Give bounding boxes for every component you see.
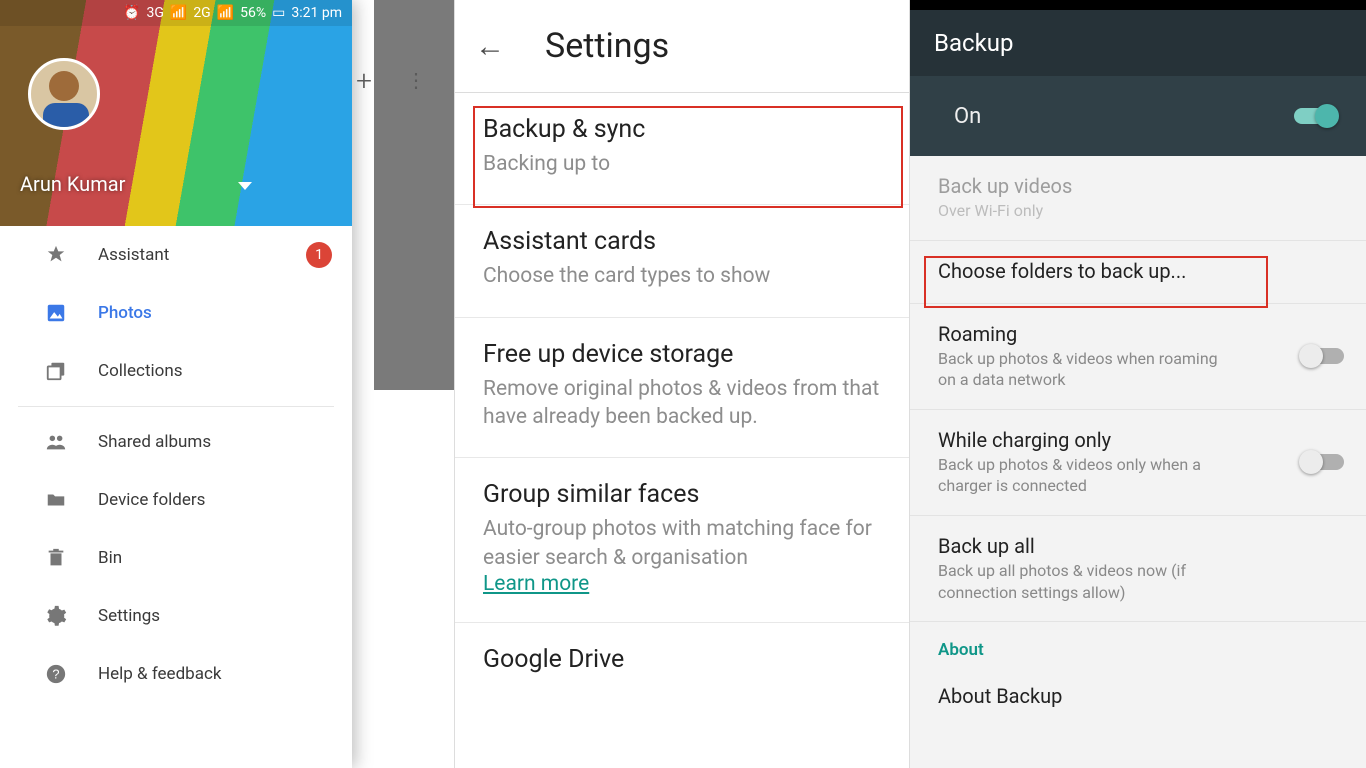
backup-toggle[interactable] [1294, 108, 1336, 124]
nav-label: Collections [98, 361, 183, 381]
setting-back-up-videos[interactable]: Back up videos Over Wi-Fi only [910, 156, 1366, 241]
item-title: Assistant cards [483, 227, 881, 256]
nav-settings[interactable]: Settings [0, 587, 352, 645]
photos-icon [34, 302, 78, 324]
drawer-header: Arun Kumar [0, 0, 352, 226]
nav-drawer: ⏰ 3G 📶 2G 📶 56% ▭ 3:21 pm Arun Kumar [0, 0, 352, 768]
settings-title: Settings [545, 26, 669, 66]
backup-master-toggle-row[interactable]: On [910, 76, 1366, 156]
svg-text:?: ? [52, 667, 59, 682]
battery-icon: ▭ [272, 5, 285, 21]
trash-icon [34, 547, 78, 569]
folder-icon [34, 489, 78, 511]
setting-about-backup[interactable]: About Backup [910, 666, 1366, 728]
settings-appbar: ← Settings [455, 0, 909, 92]
nav-collections[interactable]: Collections [0, 342, 352, 400]
charging-toggle[interactable] [1302, 454, 1344, 470]
nav-label: Device folders [98, 490, 205, 510]
alarm-icon: ⏰ [123, 5, 140, 21]
gear-icon [34, 605, 78, 627]
nav-assistant[interactable]: Assistant 1 [0, 226, 352, 284]
back-arrow-icon[interactable]: ← [475, 29, 505, 64]
nav-label: Photos [98, 303, 152, 323]
nav-label: Assistant [98, 245, 169, 265]
nav-device-folders[interactable]: Device folders [0, 471, 352, 529]
item-title: Back up videos [938, 174, 1338, 198]
network-2g-label: 2G [193, 5, 210, 21]
item-subtitle: Back up photos & videos when roaming on … [938, 348, 1238, 391]
item-subtitle: Back up all photos & videos now (if conn… [938, 560, 1238, 603]
nav-bin[interactable]: Bin [0, 529, 352, 587]
signal-icon: 📶 [170, 5, 187, 21]
item-subtitle: Choose the card types to show [483, 262, 881, 290]
overflow-menu-icon[interactable]: ⋮ [406, 68, 426, 92]
setting-assistant-cards[interactable]: Assistant cards Choose the card types to… [455, 205, 909, 317]
roaming-toggle[interactable] [1302, 348, 1344, 364]
nav-photos[interactable]: Photos [0, 284, 352, 342]
item-subtitle: Back up photos & videos only when a char… [938, 454, 1238, 497]
item-title: About Backup [938, 684, 1338, 708]
nav-label: Help & feedback [98, 664, 221, 684]
learn-more-link[interactable]: Learn more [483, 572, 589, 596]
user-name: Arun Kumar [20, 172, 125, 196]
setting-back-up-all[interactable]: Back up all Back up all photos & videos … [910, 516, 1366, 622]
item-subtitle: Remove original photos & videos from tha… [483, 375, 881, 432]
assistant-badge: 1 [306, 242, 332, 268]
help-icon: ? [34, 663, 78, 685]
user-avatar[interactable] [28, 58, 100, 130]
assistant-icon [34, 244, 78, 266]
item-subtitle: Over Wi-Fi only [938, 200, 1238, 222]
background-shade [374, 0, 454, 390]
nav-shared-albums[interactable]: Shared albums [0, 413, 352, 471]
setting-choose-folders[interactable]: Choose folders to back up... [910, 241, 1366, 304]
nav-label: Bin [98, 548, 122, 568]
item-title: Google Drive [483, 645, 881, 674]
item-title: Back up all [938, 534, 1338, 558]
signal-icon: 📶 [217, 5, 234, 21]
status-bar-dark [910, 0, 1366, 10]
item-title: Group similar faces [483, 480, 881, 509]
item-subtitle: Auto-group photos with matching face for… [483, 515, 881, 572]
item-title: While charging only [938, 428, 1338, 452]
item-title: Free up device storage [483, 340, 881, 369]
about-section-header: About [910, 622, 1366, 666]
nav-label: Shared albums [98, 432, 211, 452]
setting-free-up-storage[interactable]: Free up device storage Remove original p… [455, 318, 909, 459]
clock-time: 3:21 pm [291, 5, 342, 21]
setting-google-drive[interactable]: Google Drive [455, 623, 909, 706]
backup-settings-screenshot: Backup On Back up videos Over Wi-Fi only… [910, 0, 1366, 768]
nav-divider [18, 406, 334, 407]
item-title: Choose folders to back up... [938, 259, 1338, 283]
new-icon[interactable]: + [356, 64, 372, 97]
backup-title: Backup [934, 29, 1013, 57]
battery-percent: 56% [240, 5, 266, 21]
collections-icon [34, 360, 78, 382]
item-subtitle: Backing up to [483, 150, 881, 178]
nav-help[interactable]: ? Help & feedback [0, 645, 352, 703]
setting-backup-sync[interactable]: Backup & sync Backing up to [455, 93, 909, 205]
setting-while-charging[interactable]: While charging only Back up photos & vid… [910, 410, 1366, 516]
status-bar: ⏰ 3G 📶 2G 📶 56% ▭ 3:21 pm [0, 0, 352, 26]
account-dropdown-icon[interactable] [238, 182, 252, 190]
item-title: Roaming [938, 322, 1338, 346]
setting-roaming[interactable]: Roaming Back up photos & videos when roa… [910, 304, 1366, 410]
backup-appbar: Backup [910, 10, 1366, 76]
photos-app-screenshot: + ⋮ ⏰ 3G 📶 2G 📶 56% ▭ 3:21 pm Arun Kumar [0, 0, 455, 768]
item-title: Backup & sync [483, 115, 881, 144]
network-3g-label: 3G [146, 5, 163, 21]
shared-icon [34, 431, 78, 453]
nav-label: Settings [98, 606, 160, 626]
on-label: On [954, 104, 981, 129]
photos-settings-screenshot: ← Settings Backup & sync Backing up to A… [455, 0, 910, 768]
setting-group-faces[interactable]: Group similar faces Auto-group photos wi… [455, 458, 909, 623]
